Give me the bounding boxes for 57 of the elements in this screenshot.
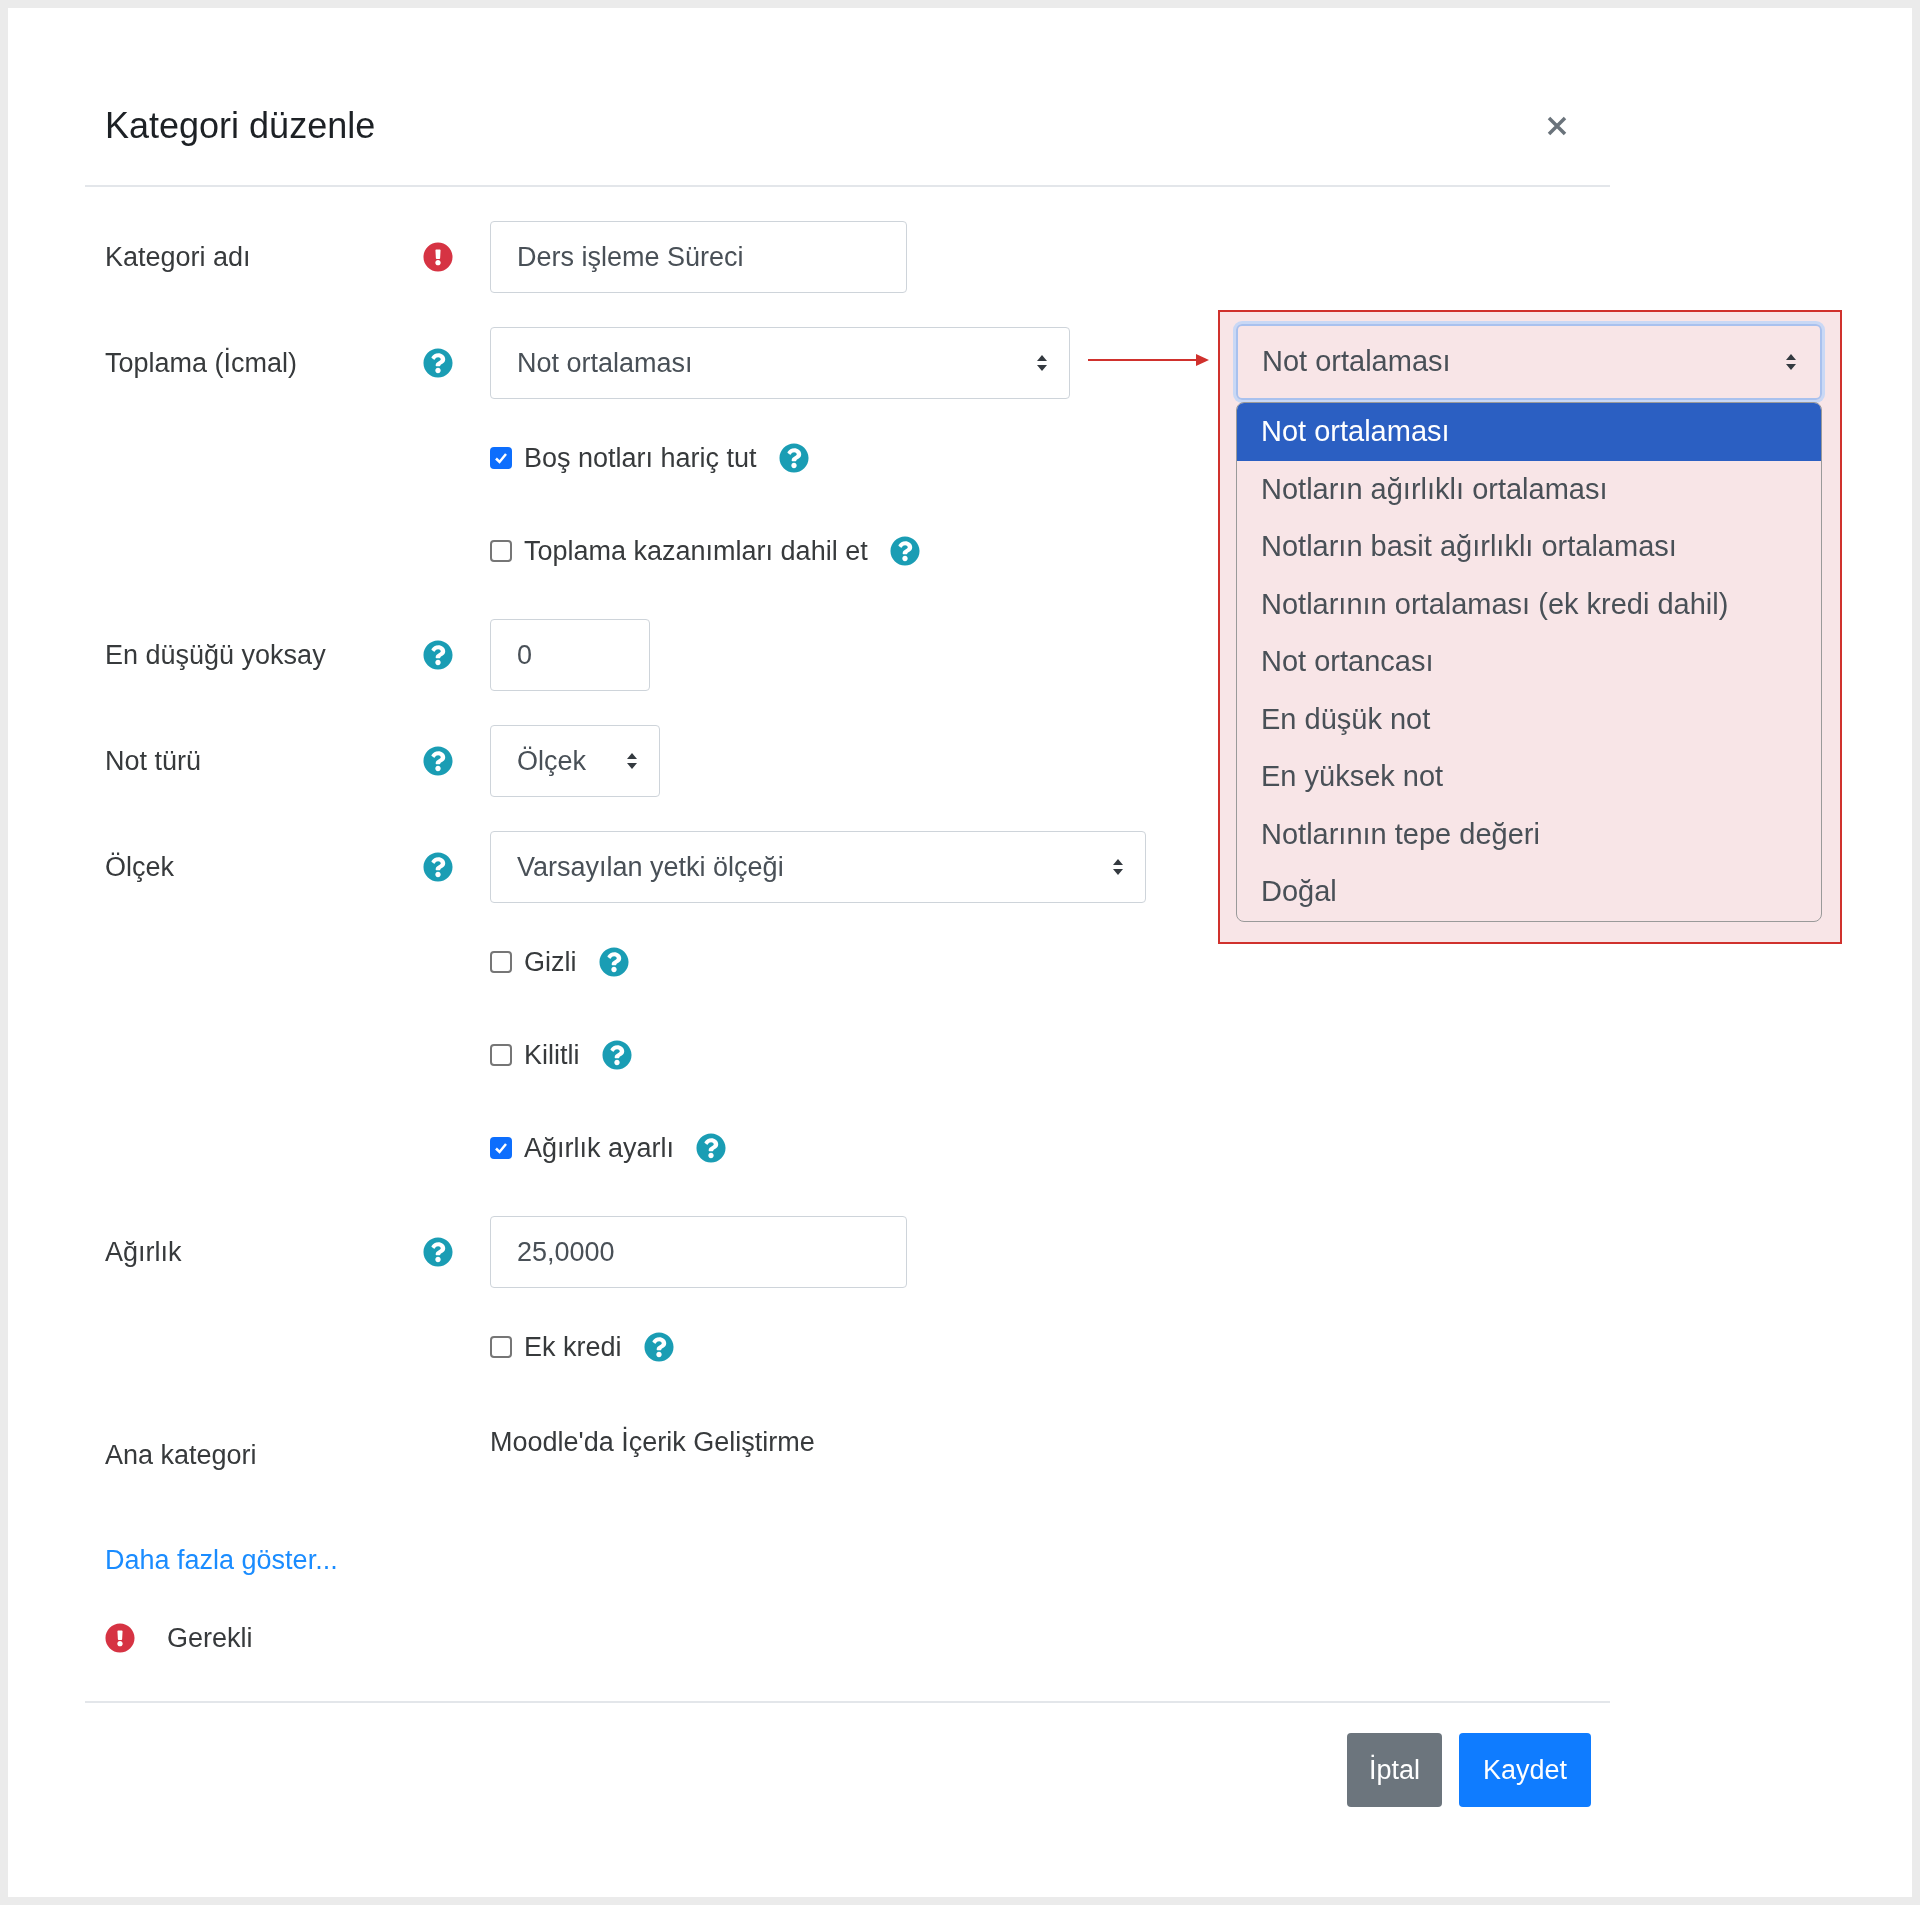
help-icon[interactable]	[423, 348, 453, 378]
help-icon[interactable]	[423, 746, 453, 776]
field-label: Ölçek	[105, 851, 175, 882]
dropdown-option[interactable]: Notlarının tepe değeri	[1237, 805, 1821, 863]
checkbox-label: Kilitli	[524, 1038, 580, 1072]
help-icon[interactable]	[423, 1237, 453, 1267]
field-value: Moodle'da İçerik Geliştirme	[490, 1427, 815, 1457]
dropdown-option[interactable]: En yüksek not	[1237, 748, 1821, 806]
dropdown-option[interactable]: Notlarının ortalaması (ek kredi dahil)	[1237, 575, 1821, 633]
field-label: Not türü	[105, 745, 202, 776]
dialog-title: Kategori düzenle	[105, 104, 376, 148]
dropdown-option[interactable]: En düşük not	[1237, 690, 1821, 748]
select-caret-icon	[1111, 857, 1125, 877]
select-caret-icon	[1784, 352, 1798, 372]
field-label: Toplama (İcmal)	[105, 347, 298, 378]
required-note: Gerekli	[167, 1621, 253, 1655]
help-icon[interactable]	[598, 947, 629, 977]
checkbox-label: Toplama kazanımları dahil et	[524, 534, 868, 568]
help-icon[interactable]	[778, 443, 809, 473]
close-icon[interactable]	[1546, 115, 1568, 137]
checkbox-label: Ağırlık ayarlı	[524, 1131, 675, 1165]
text-field[interactable]: 25,0000	[490, 1216, 907, 1288]
cancel-button[interactable]: İptal	[1346, 1733, 1442, 1807]
save-button[interactable]: Kaydet	[1458, 1733, 1591, 1807]
text-field[interactable]: Ders işleme Süreci	[490, 221, 907, 293]
checkbox[interactable]	[490, 1336, 512, 1358]
help-icon[interactable]	[643, 1332, 674, 1362]
select-caret-icon	[1035, 353, 1049, 373]
dropdown-option[interactable]: Notların basit ağırlıklı ortalaması	[1237, 518, 1821, 576]
field-label: Kategori adı	[105, 241, 251, 272]
checkbox-label: Ek kredi	[524, 1330, 622, 1364]
help-icon[interactable]	[889, 536, 920, 566]
help-icon[interactable]	[423, 852, 453, 882]
checkbox[interactable]	[490, 951, 512, 973]
checkbox-label: Boş notları hariç tut	[524, 441, 757, 475]
field-label: En düşüğü yoksay	[105, 639, 326, 670]
checkbox[interactable]	[490, 447, 512, 469]
dropdown-option[interactable]: Notların ağırlıklı ortalaması	[1237, 460, 1821, 518]
checkbox[interactable]	[490, 1137, 512, 1159]
dropdown-option[interactable]: Not ortancası	[1237, 633, 1821, 691]
help-icon[interactable]	[696, 1133, 727, 1163]
help-icon[interactable]	[423, 640, 453, 670]
checkbox[interactable]	[490, 1044, 512, 1066]
select-field[interactable]: Ölçek	[490, 725, 660, 797]
checkbox-label: Gizli	[524, 945, 577, 979]
select-field[interactable]: Not ortalaması	[490, 327, 1070, 399]
dropdown-option[interactable]: Doğal	[1237, 863, 1821, 921]
text-field[interactable]: 0	[490, 619, 650, 691]
help-icon[interactable]	[601, 1040, 632, 1070]
checkbox[interactable]	[490, 540, 512, 562]
select-field[interactable]: Not ortalaması	[1236, 324, 1822, 400]
dropdown-option[interactable]: Not ortalaması	[1237, 403, 1821, 461]
select-field[interactable]: Varsayılan yetki ölçeği	[490, 831, 1146, 903]
field-label: Ağırlık	[105, 1236, 182, 1267]
required-icon	[105, 1623, 135, 1653]
field-label: Ana kategori	[105, 1440, 257, 1470]
select-caret-icon	[625, 751, 639, 771]
